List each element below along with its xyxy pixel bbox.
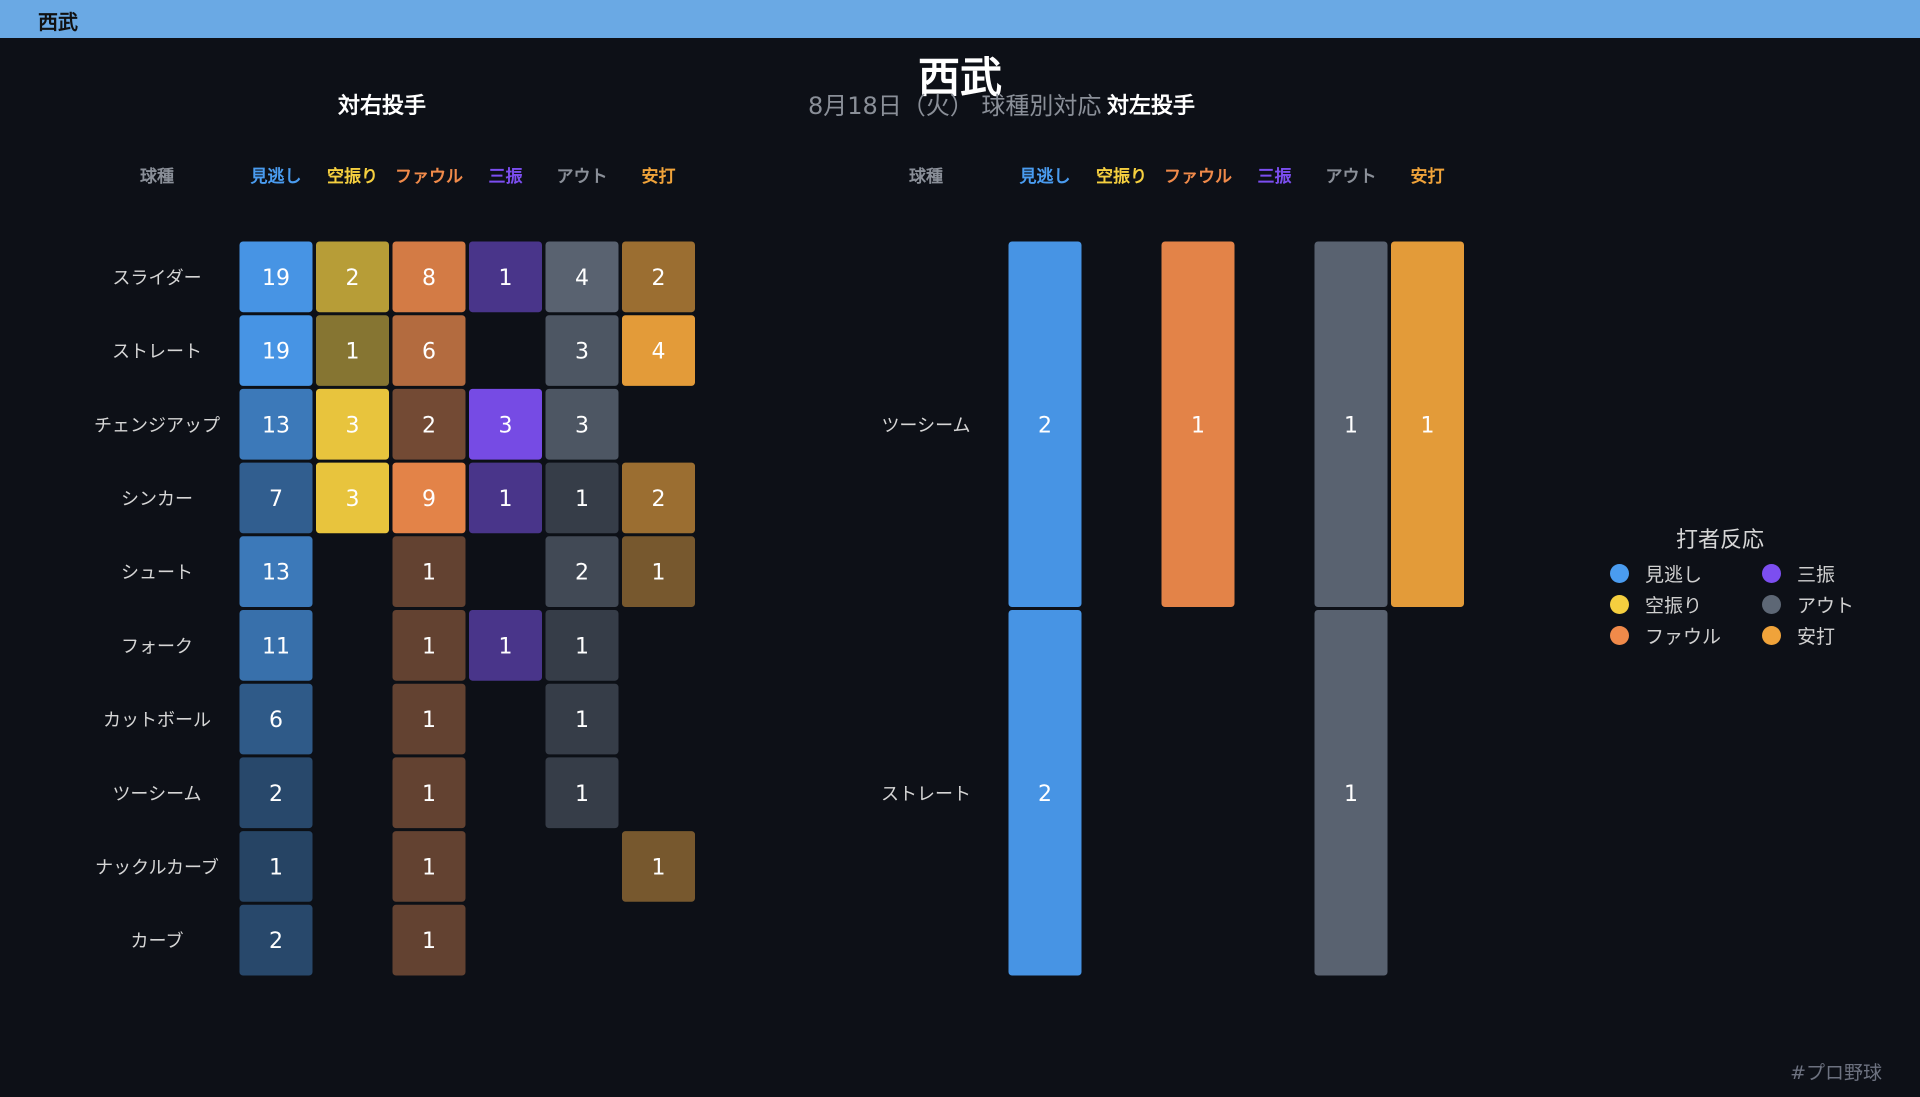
hashtag-footer: #プロ野球 [1790, 1062, 1882, 1084]
legend-swatch [1610, 564, 1629, 583]
legend-swatch [1762, 595, 1781, 614]
column-header: ファウル [395, 167, 463, 187]
cell-value: 1 [499, 487, 513, 512]
row-label: シュート [121, 563, 193, 584]
column-header: 見逃し [1019, 166, 1071, 187]
cell-value: 4 [652, 340, 666, 365]
legend-item: 三振 [1762, 560, 1862, 587]
legend-label: 安打 [1797, 626, 1836, 648]
cell-value: 6 [422, 340, 436, 365]
legend-label: 見逃し [1645, 564, 1703, 586]
cell-value: 2 [346, 266, 360, 291]
cell-value: 1 [575, 634, 589, 659]
cell-value: 2 [575, 561, 589, 586]
cell-value: 1 [652, 855, 666, 880]
row-label: フォーク [121, 636, 193, 657]
row-label: ナックルカーブ [95, 856, 219, 878]
cell-value: 19 [262, 266, 290, 291]
cell-value: 8 [422, 266, 436, 291]
legend-label: アウト [1797, 595, 1855, 617]
cell-value: 1 [499, 266, 513, 291]
cell-value: 1 [422, 782, 436, 807]
legend-item: アウト [1762, 591, 1862, 618]
column-header: アウト [1326, 167, 1377, 187]
column-header: ファウル [1164, 167, 1232, 187]
column-header: 三振 [489, 166, 523, 187]
row-label: スライダー [112, 268, 201, 289]
column-header: 空振り [327, 166, 378, 187]
row-label: ツーシーム [112, 784, 201, 805]
cell-value: 3 [346, 413, 360, 438]
cell-value: 13 [262, 413, 290, 438]
heatmap-panel-1: 球種 見逃し 空振り ファウル 三振 アウト 安打ツーシーム 2 1 1 1 ストレート 2 1 [881, 166, 1465, 977]
cell-value: 13 [262, 561, 290, 586]
cell-value: 6 [269, 708, 283, 733]
legend-label: ファウル [1645, 626, 1722, 648]
cell-value: 1 [1344, 413, 1358, 438]
cell-value: 1 [575, 487, 589, 512]
cell-value: 2 [1038, 782, 1052, 807]
cell-value: 1 [652, 561, 666, 586]
cell-value: 1 [1191, 413, 1205, 438]
legend-item: ファウル [1610, 622, 1762, 649]
legend-swatch [1762, 626, 1781, 645]
row-header-label: 球種 [909, 166, 943, 187]
legend-swatch [1610, 595, 1629, 614]
cell-value: 1 [499, 634, 513, 659]
column-header: 三振 [1258, 166, 1292, 187]
cell-value: 1 [422, 561, 436, 586]
row-label: ストレート [112, 342, 202, 363]
row-label: チェンジアップ [94, 415, 220, 436]
cell-value: 3 [499, 413, 513, 438]
legend-swatch [1762, 564, 1781, 583]
row-label: ストレート [881, 784, 971, 805]
legend-item: 空振り [1610, 591, 1762, 618]
column-header: 安打 [642, 166, 676, 187]
cell-value: 1 [575, 708, 589, 733]
legend-label: 三振 [1797, 564, 1836, 586]
cell-value: 1 [575, 782, 589, 807]
cell-value: 7 [269, 487, 283, 512]
cell-value: 1 [422, 855, 436, 880]
cell-value: 2 [1038, 413, 1052, 438]
cell-value: 19 [262, 340, 290, 365]
row-label: シンカー [121, 489, 193, 510]
cell-value: 3 [575, 413, 589, 438]
legend-swatch [1610, 626, 1629, 645]
legend-item: 安打 [1762, 622, 1862, 649]
cell-value: 4 [575, 266, 589, 291]
row-header-label: 球種 [140, 166, 174, 187]
cell-value: 2 [652, 487, 666, 512]
cell-value: 3 [346, 487, 360, 512]
cell-value: 11 [262, 634, 290, 659]
row-label: カットボール [103, 710, 211, 731]
cell-value: 1 [346, 340, 360, 365]
heatmap-panel-0: 球種 見逃し 空振り ファウル 三振 アウト 安打スライダー 19 2 8 1 4 2ストレート 19 1 6… [94, 166, 696, 977]
cell-value: 1 [422, 634, 436, 659]
column-header: 見逃し [250, 166, 302, 187]
cell-value: 1 [1344, 782, 1358, 807]
cell-value: 2 [652, 266, 666, 291]
legend-items: 見逃し 三振空振り アウトファウル 安打 [1610, 560, 1854, 649]
cell-value: 9 [422, 487, 436, 512]
column-header: 空振り [1096, 166, 1147, 187]
legend-item: 見逃し [1610, 560, 1762, 587]
legend-label: 空振り [1645, 595, 1703, 617]
cell-value: 1 [422, 708, 436, 733]
cell-value: 1 [422, 929, 436, 954]
cell-value: 2 [422, 413, 436, 438]
row-label: カーブ [131, 930, 184, 952]
cell-value: 1 [269, 855, 283, 880]
cell-value: 2 [269, 782, 283, 807]
column-header: 安打 [1411, 166, 1445, 187]
column-header: アウト [557, 167, 608, 187]
cell-value: 2 [269, 929, 283, 954]
legend-title: 打者反応 [1675, 528, 1764, 553]
cell-value: 3 [575, 340, 589, 365]
cell-value: 1 [1421, 413, 1435, 438]
legend: 打者反応 見逃し 三振空振り アウトファウル 安打 [1610, 522, 1854, 649]
row-label: ツーシーム [881, 415, 970, 436]
